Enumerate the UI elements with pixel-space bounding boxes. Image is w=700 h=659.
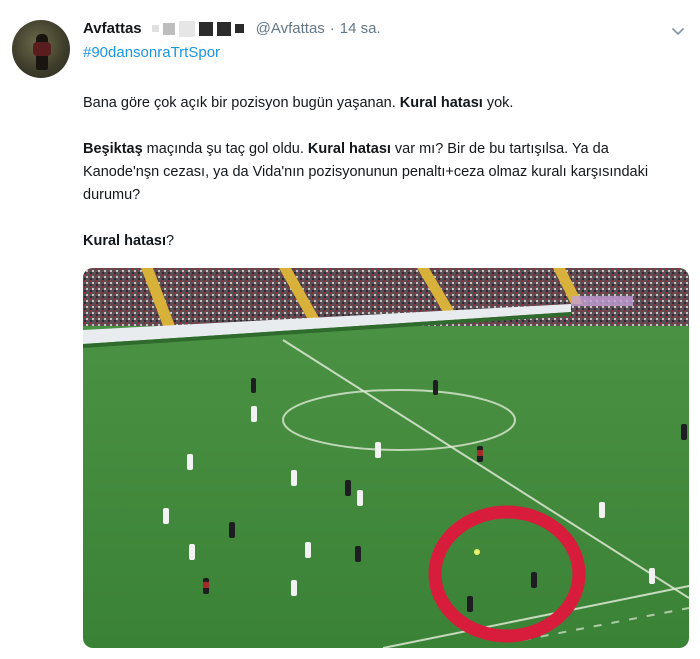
tweet-timestamp[interactable]: 14 sa. bbox=[340, 20, 381, 37]
redaction-block bbox=[178, 20, 195, 37]
text-plain: maçında şu taç gol oldu. bbox=[142, 141, 308, 157]
text-plain: yok. bbox=[482, 95, 514, 111]
redaction-block bbox=[151, 25, 159, 32]
football-pitch-photo bbox=[83, 268, 689, 648]
text-bold: Beşiktaş bbox=[83, 141, 143, 157]
meta-separator: · bbox=[329, 20, 335, 37]
tweet-header: Avfattas @Avfattas · 14 sa. bbox=[83, 20, 381, 37]
tweet-text: Bana göre çok açık bir pozisyon bugün ya… bbox=[83, 92, 673, 253]
user-handle[interactable]: @Avfattas bbox=[256, 20, 325, 37]
tweet-paragraph: Beşiktaş maçında şu taç gol oldu. Kural … bbox=[83, 138, 673, 207]
redaction-block bbox=[198, 21, 213, 36]
tweet-paragraph: Kural hatası? bbox=[83, 230, 673, 253]
chevron-down-icon[interactable] bbox=[670, 24, 686, 40]
redaction-block bbox=[216, 21, 231, 36]
display-name[interactable]: Avfattas bbox=[83, 20, 142, 37]
text-bold: Kural hatası bbox=[399, 95, 483, 111]
tweet-media-image[interactable] bbox=[83, 268, 689, 648]
redaction-block bbox=[162, 22, 175, 35]
text-plain: ? bbox=[166, 233, 175, 249]
redacted-name-blocks bbox=[151, 20, 244, 37]
tweet-paragraph: Bana göre çok açık bir pozisyon bugün ya… bbox=[83, 92, 673, 115]
tweet-card: Avfattas @Avfattas · 14 sa. #90dansonraT… bbox=[0, 0, 700, 659]
text-bold: Kural hatası bbox=[83, 233, 166, 249]
text-plain: Bana göre çok açık bir pozisyon bugün ya… bbox=[83, 95, 400, 111]
avatar[interactable] bbox=[12, 20, 70, 78]
avatar-shirt bbox=[33, 42, 51, 56]
redaction-block bbox=[234, 24, 244, 33]
text-bold: Kural hatası bbox=[307, 141, 391, 157]
hashtag-link[interactable]: #90dansonraTrtSpor bbox=[83, 44, 220, 61]
